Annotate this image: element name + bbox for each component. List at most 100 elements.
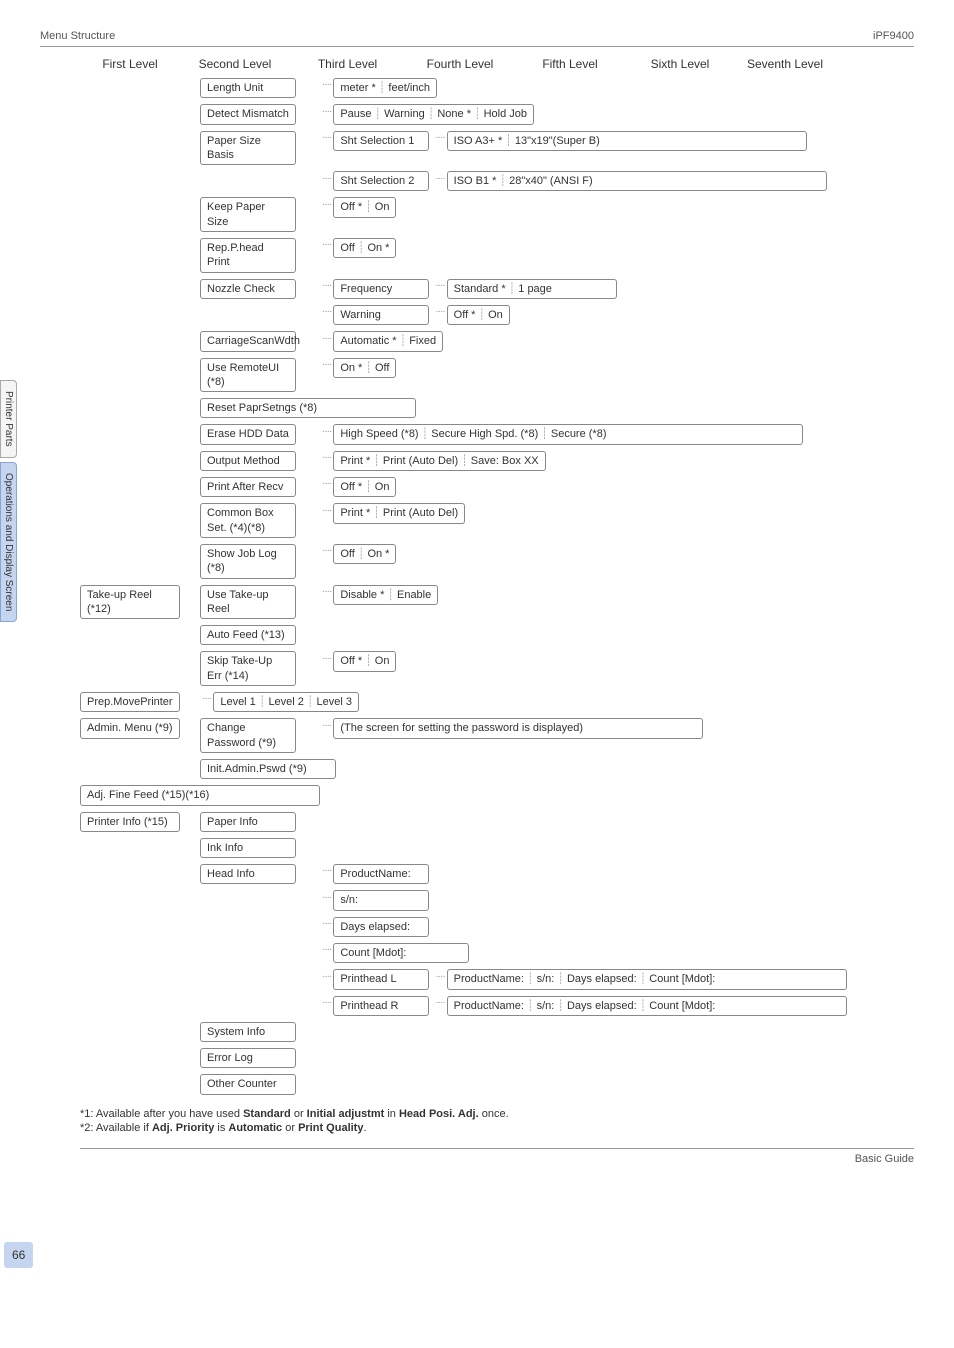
node-days-elapsed: Days elapsed: xyxy=(333,917,429,937)
node-count-mdot: Count [Mdot]: xyxy=(333,943,469,963)
node-change-pass: Change Password (*9) xyxy=(200,718,296,753)
tree-connector: ···· xyxy=(322,918,331,929)
opts-length-unit: meter *┊feet/inch xyxy=(333,78,437,98)
node-adj-fine-feed: Adj. Fine Feed (*15)(*16) xyxy=(80,785,320,805)
node-reset-papr: Reset PaprSetngs (*8) xyxy=(200,398,416,418)
opts-change-pass: (The screen for setting the password is … xyxy=(333,718,703,738)
node-print-after-recv: Print After Recv xyxy=(200,477,296,497)
tree-connector: ···· xyxy=(322,132,331,143)
opts-output-method: Print *┊Print (Auto Del)┊Save: Box XX xyxy=(333,451,545,471)
tree-connector: ···· xyxy=(322,426,331,437)
node-nozzle-check: Nozzle Check xyxy=(200,279,296,299)
header-left: Menu Structure xyxy=(40,30,115,42)
node-auto-feed: Auto Feed (*13) xyxy=(200,625,296,645)
opts-detect-mismatch: Pause┊Warning┊None *┊Hold Job xyxy=(333,104,534,124)
node-show-job-log: Show Job Log (*8) xyxy=(200,544,296,579)
node-paper-info: Paper Info xyxy=(200,812,296,832)
node-takeup-reel: Take-up Reel (*12) xyxy=(80,585,180,620)
tree-connector: ···· xyxy=(322,944,331,955)
level-headers: First Level Second Level Third Level Fou… xyxy=(40,57,914,71)
footnotes: *1: Available after you have used Standa… xyxy=(40,1108,914,1134)
level-5: Fifth Level xyxy=(515,57,625,71)
tree-connector: ···· xyxy=(322,505,331,516)
node-use-remote: Use RemoteUI (*8) xyxy=(200,358,296,393)
node-init-admin: Init.Admin.Pswd (*9) xyxy=(200,759,336,779)
tree-connector: ···· xyxy=(322,997,331,1008)
tree-connector: ···· xyxy=(322,545,331,556)
tree-connector: ···· xyxy=(322,653,331,664)
level-3: Third Level xyxy=(290,57,405,71)
node-error-log: Error Log xyxy=(200,1048,296,1068)
opts-prep-move: Level 1┊Level 2┊Level 3 xyxy=(213,692,359,712)
tree-connector: ···· xyxy=(322,106,331,117)
tree-connector: ···· xyxy=(322,720,331,731)
node-prep-move: Prep.MovePrinter xyxy=(80,692,180,712)
footnote-2: *2: Available if Adj. Priority is Automa… xyxy=(80,1122,914,1134)
tree-connector: ···· xyxy=(322,892,331,903)
level-4: Fourth Level xyxy=(405,57,515,71)
tree-connector: ···· xyxy=(202,693,211,704)
opts-print-after-recv: Off *┊On xyxy=(333,477,396,497)
tree-connector: ···· xyxy=(322,333,331,344)
tree-connector: ···· xyxy=(322,173,331,184)
menu-tree: Length Unit ····meter *┊feet/inch Detect… xyxy=(40,77,914,1096)
tree-connector: ···· xyxy=(435,173,444,184)
node-system-info: System Info xyxy=(200,1022,296,1042)
level-2: Second Level xyxy=(180,57,290,71)
tree-connector: ···· xyxy=(322,79,331,90)
node-printhead-r: Printhead R xyxy=(333,996,429,1016)
tree-connector: ···· xyxy=(322,280,331,291)
tree-connector: ···· xyxy=(322,478,331,489)
tree-connector: ···· xyxy=(322,199,331,210)
opts-show-job-log: Off┊On * xyxy=(333,544,396,564)
header-right: iPF9400 xyxy=(873,30,914,42)
node-length-unit: Length Unit xyxy=(200,78,296,98)
node-ink-info: Ink Info xyxy=(200,838,296,858)
opts-sht-sel-1: ISO A3+ *┊13"x19"(Super B) xyxy=(447,131,807,151)
node-sht-sel-1: Sht Selection 1 xyxy=(333,131,429,151)
level-7: Seventh Level xyxy=(735,57,835,71)
opts-sht-sel-2: ISO B1 *┊28"x40" (ANSI F) xyxy=(447,171,827,191)
node-admin-menu: Admin. Menu (*9) xyxy=(80,718,180,738)
footer: Basic Guide xyxy=(80,1148,914,1165)
level-1: First Level xyxy=(80,57,180,71)
node-keep-paper-size: Keep Paper Size xyxy=(200,197,296,232)
tree-connector: ···· xyxy=(435,997,444,1008)
tree-connector: ···· xyxy=(322,359,331,370)
node-carriage-scan: CarriageScanWdth xyxy=(200,331,296,351)
opts-erase-hdd: High Speed (*8)┊Secure High Spd. (*8)┊Se… xyxy=(333,424,803,444)
opts-warning: Off *┊On xyxy=(447,305,510,325)
footnote-1: *1: Available after you have used Standa… xyxy=(80,1108,914,1120)
tree-connector: ···· xyxy=(322,971,331,982)
page-number: 66 xyxy=(4,1242,33,1268)
level-6: Sixth Level xyxy=(625,57,735,71)
node-skip-takeup: Skip Take-Up Err (*14) xyxy=(200,651,296,686)
node-printhead-l: Printhead L xyxy=(333,969,429,989)
opts-printhead-l: ProductName:┊s/n:┊Days elapsed:┊Count [M… xyxy=(447,969,847,989)
tree-connector: ···· xyxy=(322,452,331,463)
node-erase-hdd: Erase HDD Data xyxy=(200,424,296,444)
node-rep-phead: Rep.P.head Print xyxy=(200,238,296,273)
node-use-takeup: Use Take-up Reel xyxy=(200,585,296,620)
node-head-info: Head Info xyxy=(200,864,296,884)
opts-use-takeup: Disable *┊Enable xyxy=(333,585,438,605)
node-sht-sel-2: Sht Selection 2 xyxy=(333,171,429,191)
node-other-counter: Other Counter xyxy=(200,1074,296,1094)
opts-frequency: Standard *┊1 page xyxy=(447,279,617,299)
node-printer-info: Printer Info (*15) xyxy=(80,812,180,832)
node-frequency: Frequency xyxy=(333,279,429,299)
tree-connector: ···· xyxy=(435,971,444,982)
tree-connector: ···· xyxy=(322,306,331,317)
node-detect-mismatch: Detect Mismatch xyxy=(200,104,296,124)
node-product-name: ProductName: xyxy=(333,864,429,884)
opts-printhead-r: ProductName:┊s/n:┊Days elapsed:┊Count [M… xyxy=(447,996,847,1016)
opts-use-remote: On *┊Off xyxy=(333,358,396,378)
node-common-box: Common Box Set. (*4)(*8) xyxy=(200,503,296,538)
tree-connector: ···· xyxy=(322,586,331,597)
node-output-method: Output Method xyxy=(200,451,296,471)
node-warning: Warning xyxy=(333,305,429,325)
tree-connector: ···· xyxy=(322,865,331,876)
opts-carriage-scan: Automatic *┊Fixed xyxy=(333,331,443,351)
node-sn: s/n: xyxy=(333,890,429,910)
node-paper-size-basis: Paper Size Basis xyxy=(200,131,296,166)
